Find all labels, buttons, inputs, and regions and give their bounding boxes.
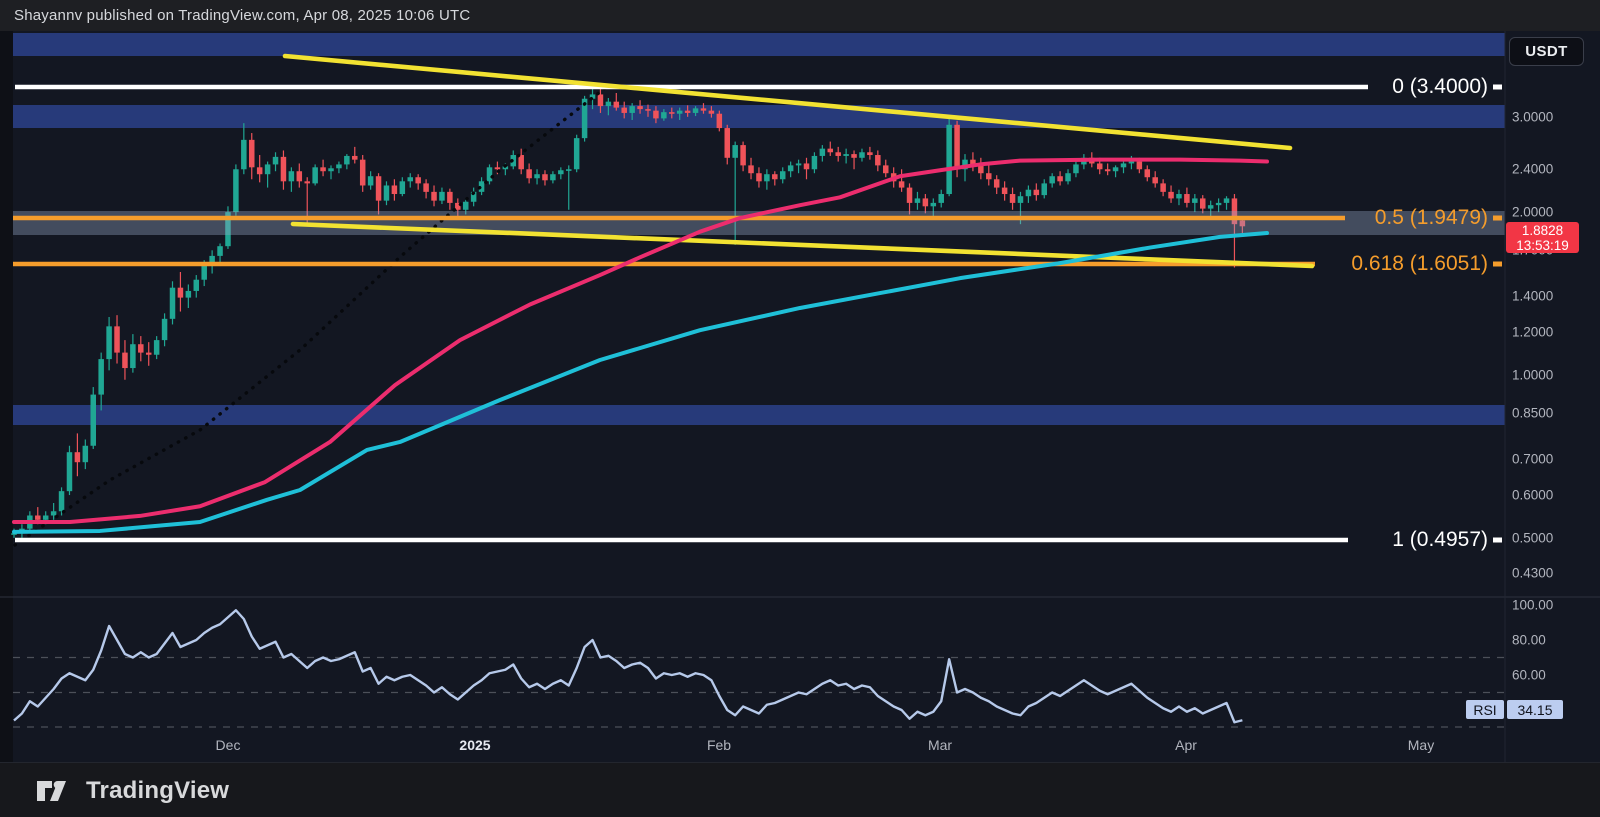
blue-zone-band: [13, 33, 1505, 56]
blue-zone-band: [13, 405, 1505, 425]
blue-zone-band: [13, 105, 1505, 128]
rsi-line: [13, 609, 1243, 724]
candle-countdown: 13:53:19: [1516, 237, 1569, 253]
rsi-indicator-label[interactable]: RSI: [1466, 700, 1504, 719]
attribution-text: Shayannv published on TradingView.com, A…: [14, 7, 471, 24]
currency-toggle[interactable]: USDT: [1509, 37, 1584, 66]
currency-label: USDT: [1525, 43, 1568, 60]
trendline: [282, 53, 1293, 151]
dotted-trend-line: [13, 86, 607, 547]
rsi-value-label: 34.15: [1507, 700, 1563, 719]
candles: [11, 87, 1246, 538]
tradingview-published-chart: 3.00002.40002.00001.70001.40001.20001.00…: [0, 0, 1600, 817]
attribution-bar: Shayannv published on TradingView.com, A…: [0, 0, 1600, 31]
footer-bar: TradingView: [0, 762, 1600, 817]
chart-canvas[interactable]: [0, 0, 1600, 817]
last-price-value: 1.8828: [1521, 222, 1564, 238]
tradingview-brand-text[interactable]: TradingView: [86, 777, 229, 805]
tradingview-logo-icon[interactable]: [36, 780, 72, 802]
last-price-label: 1.8828 13:53:19: [1506, 222, 1579, 253]
